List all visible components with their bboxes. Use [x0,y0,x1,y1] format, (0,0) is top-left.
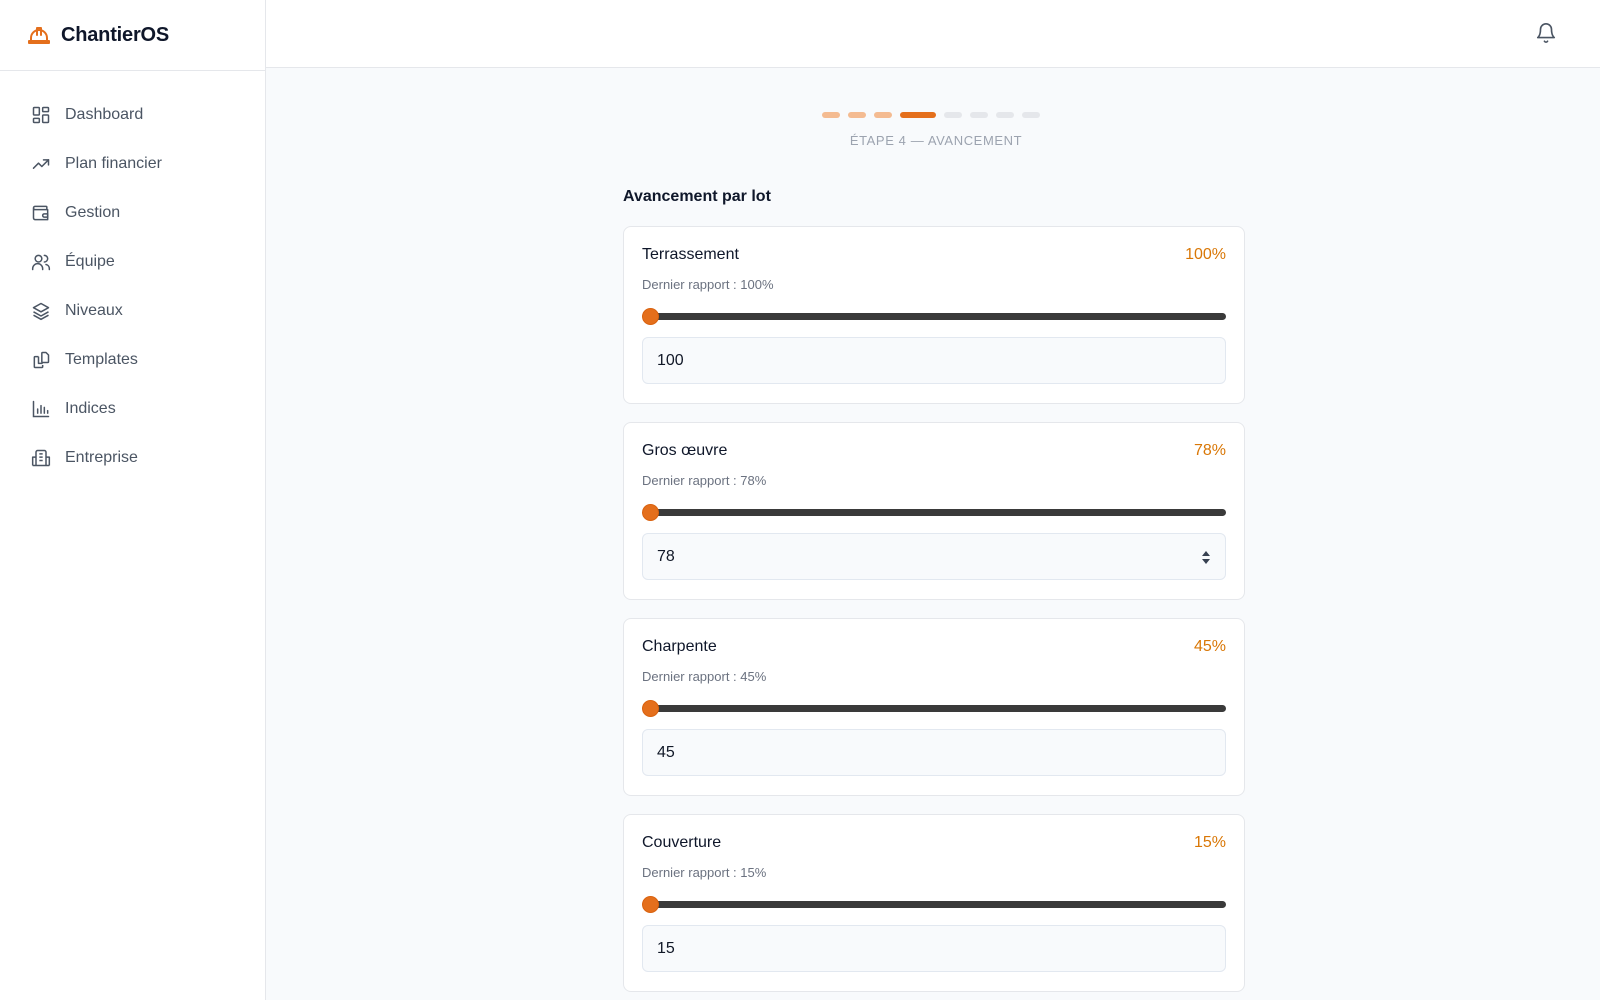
sidebar-item-entreprise[interactable]: Entreprise [0,438,265,478]
progress-slider[interactable] [642,700,1226,717]
layers-icon [31,301,51,321]
step-caption: ÉTAPE 4 — AVANCEMENT [849,133,1023,148]
lot-card-header: Terrassement 100% [642,246,1226,264]
sidebar-item-templates[interactable]: Templates [0,340,265,380]
dashboard-grid-icon [31,105,51,125]
progress-input[interactable]: 78 [657,548,675,566]
building-icon [31,448,51,468]
lot-percent: 78% [1193,442,1226,459]
progress-input[interactable]: 15 [642,925,1226,972]
slider-thumb[interactable] [642,896,659,913]
sidebar-item-label: Niveaux [65,302,123,319]
progress-slider[interactable] [642,504,1226,521]
bar-chart-icon [31,399,51,419]
lot-card: Gros œuvre 78% Dernier rapport : 78% 78 [623,422,1245,600]
lot-name: Gros œuvre [642,442,728,459]
sidebar-item-equipe[interactable]: Équipe [0,242,265,282]
slider-track [646,901,1226,908]
sidebar-item-niveaux[interactable]: Niveaux [0,291,265,331]
brand-name: ChantierOS [61,23,170,46]
sidebar-item-label: Équipe [65,253,115,270]
sidebar-item-label: Plan financier [65,155,162,172]
progress-slider[interactable] [642,308,1226,325]
users-icon [31,252,51,272]
slider-thumb[interactable] [642,308,659,325]
bell-icon[interactable] [1534,21,1558,45]
sidebar-item-dashboard[interactable]: Dashboard [0,95,265,135]
sidebar-item-indices[interactable]: Indices [0,389,265,429]
wallet-icon [31,203,51,223]
brand[interactable]: ChantierOS [0,0,265,71]
sidebar-item-label: Dashboard [65,106,144,123]
step-indicator-4 [900,112,936,118]
lot-percent: 45% [1193,638,1226,655]
last-report: Dernier rapport : 100% [642,277,774,292]
last-report: Dernier rapport : 15% [642,865,767,880]
progress-input[interactable]: 100 [642,337,1226,384]
sidebar-item-gestion[interactable]: Gestion [0,193,265,233]
last-report: Dernier rapport : 45% [642,669,767,684]
sidebar-item-label: Templates [65,351,138,368]
sidebar-item-label: Gestion [65,204,121,221]
topbar [266,0,1600,68]
sidebar: ChantierOS Dashboard Plan financier Gest… [0,0,266,1000]
sidebar-item-label: Indices [65,400,116,417]
hard-hat-icon [27,23,51,47]
lot-percent: 100% [1185,246,1226,263]
step-indicator-3 [874,112,892,118]
slider-track [646,509,1226,516]
slider-thumb[interactable] [642,700,659,717]
step-progress [822,112,1040,118]
lot-card-header: Couverture 15% [642,834,1226,852]
sidebar-item-plan-financier[interactable]: Plan financier [0,144,265,184]
slider-track [646,313,1226,320]
copy-icon [31,350,51,370]
number-stepper[interactable] [1201,547,1211,567]
step-indicator-2 [848,112,866,118]
trending-up-icon [31,154,51,174]
last-report: Dernier rapport : 78% [642,473,767,488]
progress-slider[interactable] [642,896,1226,913]
sidebar-item-label: Entreprise [65,449,138,466]
slider-track [646,705,1226,712]
lot-list: Terrassement 100% Dernier rapport : 100%… [623,226,1245,1000]
lot-card-header: Charpente 45% [642,638,1226,656]
lot-percent: 15% [1193,834,1226,851]
lot-card: Terrassement 100% Dernier rapport : 100%… [623,226,1245,404]
lot-card: Couverture 15% Dernier rapport : 15% 15 [623,814,1245,992]
step-indicator-6 [970,112,988,118]
increment-arrow-icon[interactable] [1202,550,1210,556]
section-title: Avancement par lot [623,188,771,205]
step-indicator-1 [822,112,840,118]
decrement-arrow-icon[interactable] [1202,558,1210,564]
slider-thumb[interactable] [642,504,659,521]
step-indicator-5 [944,112,962,118]
step-indicator-8 [1022,112,1040,118]
progress-input[interactable]: 45 [642,729,1226,776]
progress-input-wrap[interactable]: 78 [642,533,1226,580]
step-indicator-7 [996,112,1014,118]
main-content: ÉTAPE 4 — AVANCEMENT Avancement par lot … [266,68,1600,1000]
sidebar-nav: Dashboard Plan financier Gestion Équipe … [0,71,265,478]
lot-name: Couverture [642,834,722,851]
lot-card-header: Gros œuvre 78% [642,442,1226,460]
lot-name: Terrassement [642,246,739,263]
lot-card: Charpente 45% Dernier rapport : 45% 45 [623,618,1245,796]
lot-name: Charpente [642,638,717,655]
